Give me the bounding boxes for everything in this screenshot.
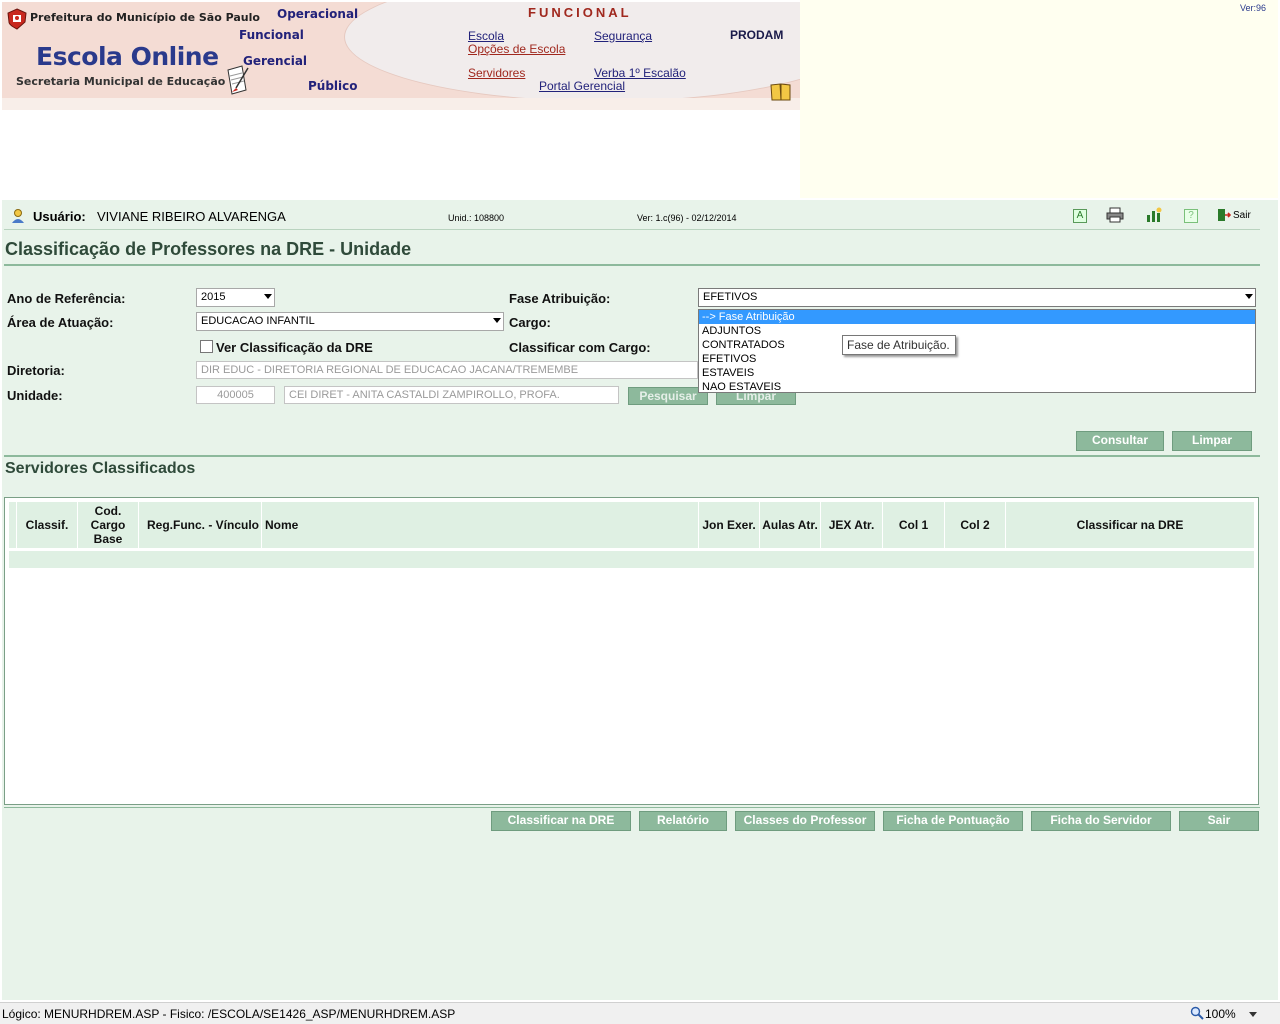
fase-select-value: EFETIVOS [703, 291, 758, 303]
title-divider [4, 264, 1260, 266]
col-col1: Col 1 [883, 502, 945, 548]
col-nome: Nome [262, 502, 699, 548]
sair-top-link[interactable]: Sair [1233, 210, 1251, 221]
table-row [9, 551, 1254, 568]
unidade-label: Unidade: [7, 388, 63, 403]
print-icon[interactable] [1106, 207, 1124, 223]
header-side-panel: Ver:96 [800, 0, 1278, 198]
ver-classificacao-checkbox[interactable] [200, 340, 213, 353]
nav-gerencial[interactable]: Gerencial [243, 54, 307, 68]
consultar-button[interactable]: Consultar [1076, 431, 1164, 451]
link-seguranca[interactable]: Segurança [594, 29, 652, 43]
page-title: Classificação de Professores na DRE - Un… [5, 239, 412, 259]
nav-funcional[interactable]: Funcional [239, 28, 304, 42]
relatorio-button[interactable]: Relatório [639, 811, 727, 831]
ficha-servidor-button[interactable]: Ficha do Servidor [1031, 811, 1171, 831]
fase-tooltip: Fase de Atribuição. [842, 335, 956, 355]
prefeitura-crest-icon [6, 8, 28, 30]
fase-option[interactable]: NAO ESTAVEIS [699, 380, 1255, 394]
user-name: VIVIANE RIBEIRO ALVARENGA [97, 209, 286, 224]
ano-select-value: 2015 [201, 291, 226, 303]
section-title: Servidores Classificados [5, 460, 196, 477]
status-path: Lógico: MENURHDREM.ASP - Fisico: /ESCOLA… [2, 1007, 456, 1021]
col-jex-atr: JEX Atr. [821, 502, 883, 548]
classificar-cargo-label: Classificar com Cargo: [509, 340, 651, 355]
fase-option[interactable]: ADJUNTOS [699, 324, 1255, 338]
secretaria-name: Secretaria Municipal de Educação [16, 75, 226, 88]
area-select[interactable]: EDUCACAO INFANTIL [196, 312, 504, 331]
version-label: Ver: 1.c(96) - 02/12/2014 [637, 213, 737, 223]
col-select [9, 502, 17, 548]
version-tag: Ver:96 [1240, 3, 1267, 13]
fase-select[interactable]: EFETIVOS [698, 288, 1256, 307]
area-label: Área de Atuação: [7, 315, 114, 330]
chart-icon[interactable] [1145, 207, 1163, 223]
chevron-down-icon [1245, 294, 1253, 299]
app-title: Escola Online [36, 42, 219, 71]
header-banner: Prefeitura do Município de São Paulo Esc… [2, 2, 800, 110]
ver-classificacao-label: Ver Classificação da DRE [216, 340, 373, 355]
link-portal-gerencial[interactable]: Portal Gerencial [539, 79, 625, 93]
col-cod-cargo-base: Cod. Cargo Base [78, 502, 139, 548]
unit-label: Unid.: 108800 [448, 213, 505, 223]
fase-option[interactable]: --> Fase Atribuição [699, 310, 1255, 324]
zoom-icon[interactable] [1190, 1006, 1204, 1020]
module-title: FUNCIONAL [528, 5, 632, 20]
sair-button[interactable]: Sair [1179, 811, 1259, 831]
chevron-down-icon[interactable] [1249, 1012, 1257, 1017]
userbar-divider [4, 229, 1260, 230]
link-opcoes-escola[interactable]: Opções de Escola [468, 42, 565, 56]
col-reg-func: Reg.Func. - Vínculo [139, 502, 262, 548]
user-icon [10, 208, 26, 224]
fase-dropdown-list: --> Fase Atribuição ADJUNTOS CONTRATADOS… [698, 309, 1256, 393]
classes-professor-button[interactable]: Classes do Professor [735, 811, 875, 831]
prefeitura-name: Prefeitura do Município de São Paulo [30, 11, 260, 24]
area-select-value: EDUCACAO INFANTIL [201, 315, 315, 327]
banner-bottom [2, 98, 800, 110]
link-verba[interactable]: Verba 1º Escalão [594, 66, 686, 80]
chevron-down-icon [264, 294, 272, 299]
section-divider [4, 455, 1260, 457]
col-aulas-atr: Aulas Atr. [760, 502, 821, 548]
exit-door-icon[interactable] [1217, 208, 1232, 222]
link-escola[interactable]: Escola [468, 29, 504, 43]
classificar-dre-button[interactable]: Classificar na DRE [491, 811, 631, 831]
ficha-pontuacao-button[interactable]: Ficha de Pontuação [883, 811, 1023, 831]
nav-publico[interactable]: Público [308, 79, 358, 93]
book-icon[interactable] [770, 82, 792, 102]
bottom-divider [4, 807, 1260, 808]
ano-label: Ano de Referência: [7, 291, 126, 306]
link-prodam[interactable]: PRODAM [730, 28, 783, 42]
col-jon-exer: Jon Exer. [699, 502, 760, 548]
limpar-button[interactable]: Limpar [1172, 431, 1252, 451]
zoom-level[interactable]: 100% [1205, 1007, 1236, 1021]
pesquisar-button[interactable]: Pesquisar [628, 387, 708, 405]
fase-label: Fase Atribuição: [509, 291, 611, 306]
link-servidores[interactable]: Servidores [468, 66, 525, 80]
diretoria-label: Diretoria: [7, 363, 65, 378]
user-label: Usuário: [33, 209, 86, 224]
col-classif: Classif. [17, 502, 78, 548]
ano-select[interactable]: 2015 [196, 288, 275, 307]
col-classificar-dre: Classificar na DRE [1076, 518, 1184, 532]
help-icon[interactable]: ? [1184, 209, 1198, 223]
cargo-label: Cargo: [509, 315, 551, 330]
nav-operacional[interactable]: Operacional [277, 7, 358, 21]
fase-option[interactable]: EFETIVOS [699, 352, 1255, 366]
fase-option[interactable]: ESTAVEIS [699, 366, 1255, 380]
fase-option[interactable]: CONTRATADOS [699, 338, 1255, 352]
chevron-down-icon [493, 318, 501, 323]
diretoria-field: DIR EDUC - DIRETORIA REGIONAL DE EDUCACA… [196, 361, 698, 379]
col-col2: Col 2 [945, 502, 1006, 548]
unidade-name-field: CEI DIRET - ANITA CASTALDI ZAMPIROLLO, P… [284, 386, 619, 404]
font-size-icon[interactable]: A [1073, 209, 1087, 223]
status-bar: Lógico: MENURHDREM.ASP - Fisico: /ESCOLA… [0, 1002, 1280, 1024]
unidade-code-field: 400005 [196, 386, 275, 404]
